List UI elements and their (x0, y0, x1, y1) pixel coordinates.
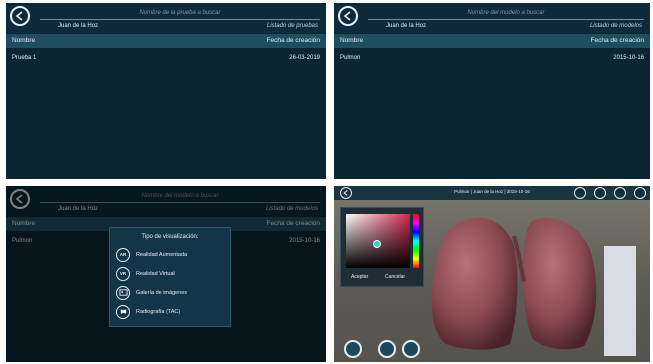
color-picker: Aceptar Cancelar (340, 207, 424, 287)
vr-icon: VR (116, 267, 130, 281)
tests-list-screen: Nombre de la prueba a buscar Juan de la … (6, 3, 326, 179)
option-label: Realidad Aumentada (136, 252, 188, 258)
paint-bucket-icon[interactable] (594, 187, 606, 199)
option-augmented-reality[interactable]: AR Realidad Aumentada (116, 248, 224, 264)
visualization-modal: Tipo de visualización: AR Realidad Aumen… (109, 227, 231, 327)
move-icon[interactable] (344, 340, 362, 358)
row-date: 26-03-2019 (289, 55, 320, 61)
column-name[interactable]: Nombre (12, 37, 35, 44)
option-image-gallery[interactable]: Galería de imágenes (116, 286, 224, 302)
row-date: 2015-10-16 (613, 55, 644, 61)
xray-icon (116, 305, 130, 319)
gallery-icon (116, 286, 130, 300)
arrow-left-icon (15, 11, 23, 21)
hue-slider[interactable] (413, 214, 419, 268)
column-name[interactable]: Nombre (340, 37, 363, 44)
picker-handle[interactable] (373, 240, 381, 248)
row-name: Prueba 1 (12, 55, 37, 61)
visualization-type-screen: Nombre del modelo a buscar Juan de la Ho… (6, 186, 326, 362)
ar-icon: AR (116, 248, 130, 262)
option-virtual-reality[interactable]: VR Realidad Virtual (116, 267, 224, 283)
ar-viewer-screen: Pulmon | Juan de la Hoz | 2015-10-16 Ace… (334, 186, 650, 362)
option-xray[interactable]: Radiografía (TAC) (116, 305, 224, 321)
table-row[interactable]: Pulmon 2015-10-16 (334, 53, 650, 65)
user-name: Juan de la Hoz (58, 23, 99, 29)
pencil-icon[interactable] (614, 187, 626, 199)
option-label: Radiografía (TAC) (136, 309, 181, 315)
column-date[interactable]: Fecha de creación (267, 37, 320, 44)
table-header: Nombre Fecha de creación (6, 34, 326, 48)
back-button[interactable] (338, 6, 358, 26)
arrow-left-icon (343, 11, 351, 21)
zoom-out-icon[interactable] (402, 340, 420, 358)
row-name: Pulmon (340, 55, 361, 61)
cancel-button[interactable]: Cancelar (385, 274, 405, 280)
search-input[interactable]: Nombre de la prueba a buscar (40, 8, 320, 20)
models-list-screen: Nombre del modelo a buscar Juan de la Ho… (334, 3, 650, 179)
table-header: Nombre Fecha de creación (334, 34, 650, 48)
zoom-in-icon[interactable] (378, 340, 396, 358)
accept-button[interactable]: Aceptar (351, 274, 368, 280)
back-button[interactable] (10, 6, 30, 26)
top-bar: Pulmon | Juan de la Hoz | 2015-10-16 (334, 186, 650, 200)
option-label: Realidad Virtual (136, 271, 175, 277)
header: Nombre de la prueba a buscar Juan de la … (6, 3, 326, 33)
column-date[interactable]: Fecha de creación (591, 37, 644, 44)
table-row[interactable]: Prueba 1 26-03-2019 (6, 53, 326, 65)
camera-icon[interactable] (634, 187, 646, 199)
list-title: Listado de modelos (589, 23, 642, 29)
palette-icon[interactable] (574, 187, 586, 199)
option-label: Galería de imágenes (136, 290, 188, 296)
user-name: Juan de la Hoz (386, 23, 427, 29)
header: Nombre del modelo a buscar Juan de la Ho… (334, 3, 650, 33)
search-input[interactable]: Nombre del modelo a buscar (368, 8, 644, 20)
list-title: Listado de pruebas (266, 23, 318, 29)
modal-title: Tipo de visualización: (141, 234, 199, 240)
